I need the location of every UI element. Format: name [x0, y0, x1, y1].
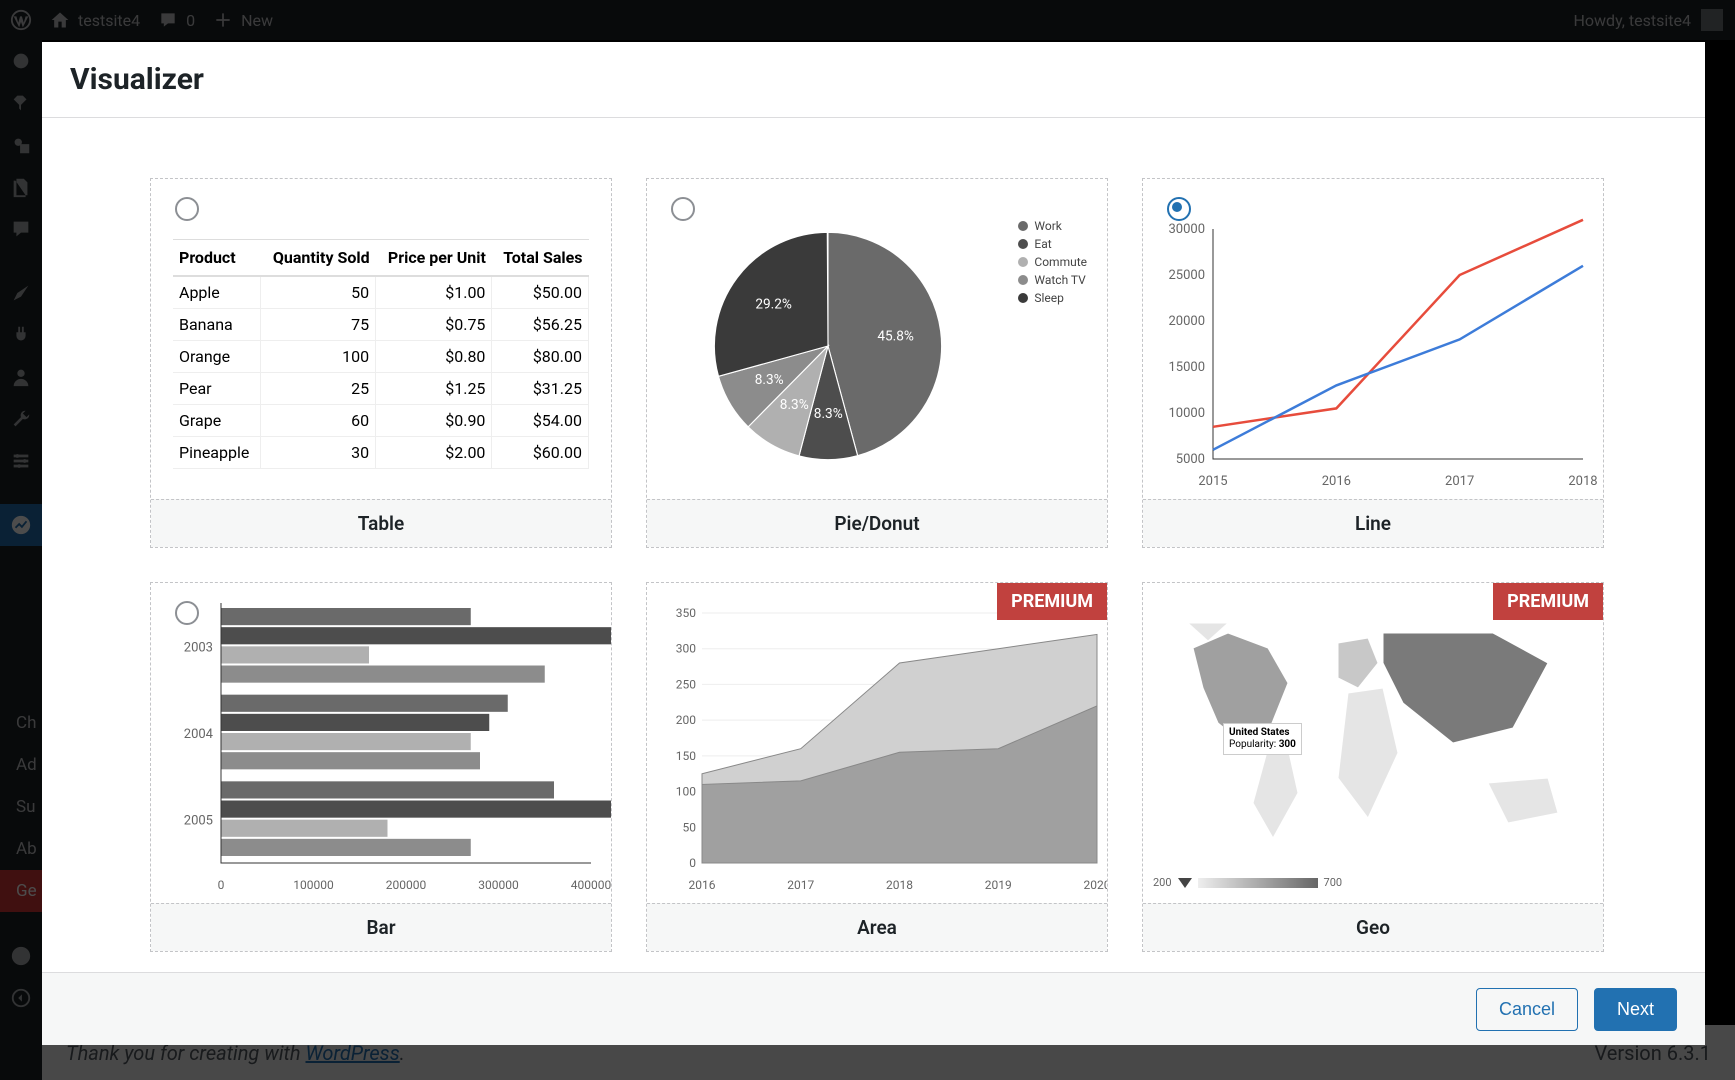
card-label: Pie/Donut	[647, 499, 1107, 547]
premium-badge: PREMIUM	[997, 583, 1107, 620]
svg-text:50: 50	[683, 820, 697, 834]
svg-text:350: 350	[676, 606, 696, 620]
geo-preview	[1153, 593, 1593, 863]
svg-text:8.3%: 8.3%	[755, 372, 784, 388]
svg-text:2004: 2004	[184, 727, 214, 742]
svg-text:8.3%: 8.3%	[780, 397, 809, 413]
chart-type-area[interactable]: PREMIUM 0 50 100 150 200 250 300 350 2016 2017 201…	[646, 582, 1108, 952]
svg-text:2020: 2020	[1084, 878, 1107, 892]
svg-text:2018: 2018	[886, 878, 913, 892]
svg-text:300: 300	[676, 642, 696, 656]
svg-text:100000: 100000	[293, 878, 334, 892]
card-label: Bar	[151, 903, 611, 951]
svg-text:250: 250	[676, 677, 696, 691]
svg-text:2016: 2016	[1322, 474, 1351, 489]
svg-text:2017: 2017	[1445, 474, 1474, 489]
card-label: Geo	[1143, 903, 1603, 951]
visualizer-modal: Visualizer ProductQuantity SoldPrice per…	[42, 42, 1705, 1045]
modal-title: Visualizer	[70, 62, 1677, 97]
bar-preview: 2003 2004 2005 0 100000 200000 300000 400000	[151, 583, 611, 903]
svg-text:0: 0	[218, 878, 225, 892]
svg-text:300000: 300000	[478, 878, 519, 892]
geo-gradient: 200 700	[1153, 876, 1342, 889]
pie-legend: WorkEatCommuteWatch TVSleep	[1018, 219, 1087, 309]
svg-text:2016: 2016	[689, 878, 716, 892]
radio-pie[interactable]	[671, 197, 695, 221]
svg-text:2019: 2019	[985, 878, 1012, 892]
svg-text:45.8%: 45.8%	[877, 329, 914, 345]
svg-text:2017: 2017	[787, 878, 814, 892]
svg-text:15000: 15000	[1168, 360, 1205, 375]
chart-type-bar[interactable]: 2003 2004 2005 0 100000 200000 300000 400000 Ba…	[150, 582, 612, 952]
card-label: Area	[647, 903, 1107, 951]
svg-text:8.3%: 8.3%	[814, 406, 843, 422]
geo-tooltip: United States Popularity: 300	[1223, 723, 1302, 755]
svg-text:100: 100	[676, 785, 696, 799]
card-label: Line	[1143, 499, 1603, 547]
svg-text:5000: 5000	[1176, 452, 1205, 467]
svg-text:20000: 20000	[1168, 314, 1205, 329]
chart-type-geo[interactable]: PREMIUM	[1142, 582, 1604, 952]
chart-type-line[interactable]: 5000 10000 15000 20000 25000 30000 2015 2016 201…	[1142, 178, 1604, 548]
svg-text:2018: 2018	[1568, 474, 1597, 489]
radio-bar[interactable]	[175, 601, 199, 625]
svg-text:200000: 200000	[386, 878, 427, 892]
svg-text:2003: 2003	[184, 640, 213, 655]
area-preview: 0 50 100 150 200 250 300 350 2016 2017 2018 2019 202…	[647, 583, 1107, 903]
premium-badge: PREMIUM	[1493, 583, 1603, 620]
radio-line[interactable]	[1167, 197, 1191, 221]
cancel-button[interactable]: Cancel	[1476, 988, 1578, 1031]
svg-text:2015: 2015	[1198, 474, 1227, 489]
modal-body: ProductQuantity SoldPrice per UnitTotal …	[42, 118, 1705, 972]
svg-text:150: 150	[676, 749, 696, 763]
modal-header: Visualizer	[42, 42, 1705, 118]
svg-text:0: 0	[689, 856, 696, 870]
card-label: Table	[151, 499, 611, 547]
next-button[interactable]: Next	[1594, 988, 1677, 1031]
svg-text:25000: 25000	[1168, 268, 1205, 283]
modal-footer: Cancel Next	[42, 972, 1705, 1045]
svg-text:10000: 10000	[1168, 406, 1205, 421]
svg-text:30000: 30000	[1168, 222, 1205, 237]
pie-preview: 45.8% 8.3% 8.3% 8.3% 29.2%	[703, 221, 953, 471]
svg-text:2005: 2005	[184, 814, 213, 829]
radio-table[interactable]	[175, 197, 199, 221]
table-preview: ProductQuantity SoldPrice per UnitTotal …	[173, 239, 589, 469]
chart-type-pie[interactable]: 45.8% 8.3% 8.3% 8.3% 29.2% WorkEatCommuteWat…	[646, 178, 1108, 548]
svg-text:400000: 400000	[571, 878, 611, 892]
svg-text:29.2%: 29.2%	[755, 296, 792, 312]
chart-type-table[interactable]: ProductQuantity SoldPrice per UnitTotal …	[150, 178, 612, 548]
svg-text:200: 200	[676, 713, 696, 727]
line-preview: 5000 10000 15000 20000 25000 30000 2015 2016 201…	[1143, 179, 1603, 499]
